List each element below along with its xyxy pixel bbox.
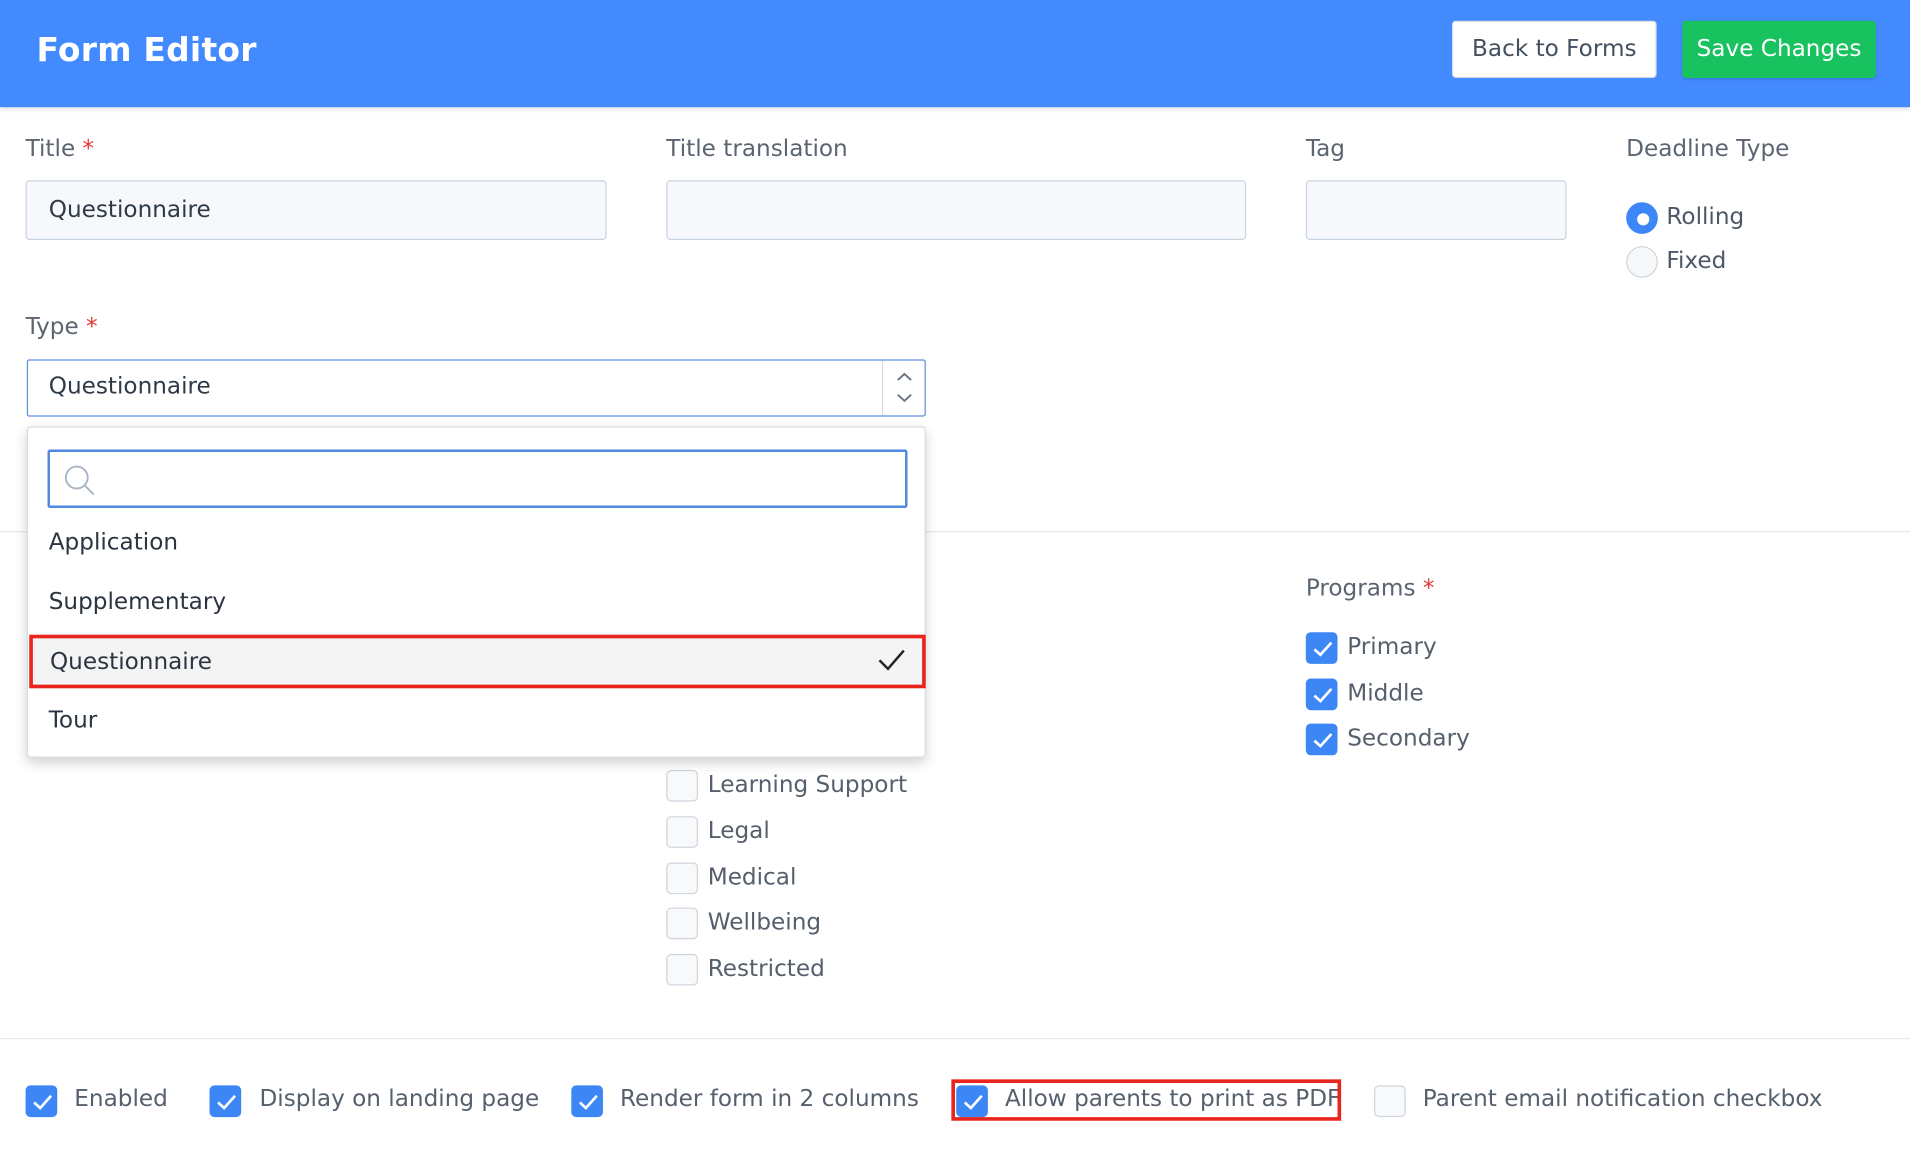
program-label-primary: Primary [1347,633,1437,661]
category-checkbox-wellbeing[interactable] [666,907,698,940]
back-to-forms-button[interactable]: Back to Forms [1451,20,1657,78]
type-select-value: Questionnaire [48,372,211,400]
program-checkbox-primary[interactable] [1305,632,1338,664]
option-checkbox-display-landing[interactable] [209,1085,242,1118]
category-checkbox-medical[interactable] [666,862,698,895]
category-checkbox-restricted[interactable] [666,953,698,986]
deadline-fixed-label: Fixed [1666,247,1727,275]
dropdown-option-tour[interactable]: Tour [28,693,925,747]
dropdown-search-input[interactable] [108,459,889,499]
category-label-medical: Medical [707,863,797,891]
option-label-parent-email: Parent email notification checkbox [1422,1085,1823,1113]
dropdown-option-supplementary[interactable]: Supplementary [28,575,925,629]
option-checkbox-enabled[interactable] [25,1085,58,1118]
dropdown-option-questionnaire[interactable]: Questionnaire [29,634,926,689]
category-checkbox-learning-support[interactable] [666,769,698,802]
program-label-middle: Middle [1347,679,1424,707]
type-select[interactable]: Questionnaire [26,359,926,417]
program-checkbox-secondary[interactable] [1305,723,1338,756]
type-label-text: Type [25,313,79,340]
header-bar: Form Editor Back to Forms Save Changes [0,0,1910,108]
required-mark: * [86,313,98,340]
highlight-annotation [951,1079,1342,1121]
dropdown-search-box [47,449,908,508]
category-label-restricted: Restricted [707,955,825,982]
deadline-fixed-radio[interactable] [1626,246,1658,278]
type-label: Type * [26,313,98,340]
dropdown-option-application[interactable]: Application [28,515,925,569]
section-divider [0,1037,1910,1040]
check-icon [1313,733,1333,749]
tag-label: Tag [1305,135,1346,163]
title-input[interactable]: Questionnaire [25,180,607,240]
title-label: Title * [26,135,94,162]
check-icon [33,1094,53,1110]
title-label-text: Title [25,135,76,163]
program-label-secondary: Secondary [1347,724,1470,752]
category-label-learning-support: Learning Support [707,771,908,798]
type-dropdown-menu: Application Supplementary Questionnaire … [26,426,926,758]
save-changes-button[interactable]: Save Changes [1682,20,1876,78]
option-label-enabled: Enabled [74,1085,168,1113]
title-translation-input[interactable] [666,180,1247,240]
page-title: Form Editor [36,31,257,70]
option-label-display-landing: Display on landing page [259,1085,540,1113]
option-checkbox-parent-email[interactable] [1374,1085,1406,1118]
check-icon [578,1094,598,1110]
check-icon [217,1094,237,1110]
check-icon [1313,688,1333,703]
title-translation-label: Title translation [666,135,848,163]
tag-input[interactable] [1305,180,1567,240]
search-icon [64,465,95,496]
option-checkbox-two-columns[interactable] [571,1085,603,1118]
deadline-rolling-label: Rolling [1666,203,1745,231]
required-mark: * [1422,574,1435,602]
check-icon [1313,641,1333,657]
deadline-rolling-radio[interactable] [1626,202,1658,234]
programs-label: Programs * [1306,575,1435,602]
required-mark: * [82,135,95,163]
category-checkbox-legal[interactable] [666,816,698,848]
programs-label-text: Programs [1305,574,1416,602]
form-editor-page: Form Editor Back to Forms Save Changes T… [0,0,1910,1150]
category-label-wellbeing: Wellbeing [707,908,822,936]
deadline-type-label: Deadline Type [1626,135,1790,163]
program-checkbox-middle[interactable] [1305,678,1338,711]
option-label-two-columns: Render form in 2 columns [620,1085,919,1113]
check-icon [878,649,905,671]
category-label-legal: Legal [707,817,770,845]
dropdown-option-label: Questionnaire [49,648,212,675]
chevron-up-down-icon [881,360,925,416]
